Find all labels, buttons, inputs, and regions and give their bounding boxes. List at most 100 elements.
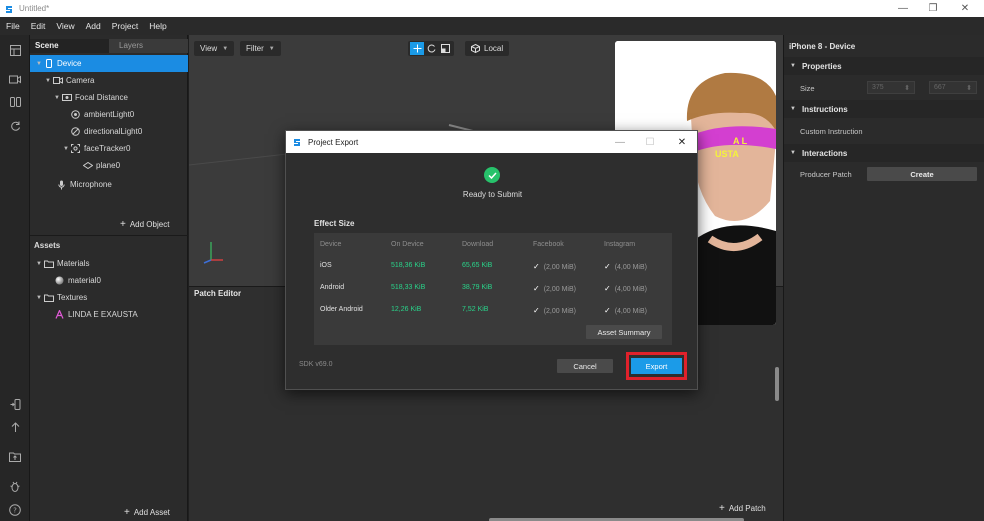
row-instagram: ✓ (4,00 MiB) — [604, 306, 647, 315]
collapse-icon: ▼ — [790, 150, 796, 156]
menu-help[interactable]: Help — [149, 21, 166, 31]
size-width-field[interactable]: 375 ⬍ — [867, 81, 915, 94]
row-facebook: ✓ (2,00 MiB) — [533, 284, 576, 293]
row-instagram: ✓ (4,00 MiB) — [604, 262, 647, 271]
expand-caret-icon[interactable]: ▼ — [35, 61, 43, 67]
cube-icon — [471, 44, 480, 53]
view-dropdown-label: View — [200, 44, 218, 53]
menu-file[interactable]: File — [6, 21, 20, 31]
help-icon[interactable]: ? — [7, 503, 23, 517]
instructions-section[interactable]: ▼ Instructions — [784, 100, 984, 118]
asset-texture-linda[interactable]: LINDA E EXAUSTA — [30, 306, 188, 323]
dialog-minimize-button[interactable]: — — [606, 131, 634, 153]
upload-icon[interactable] — [7, 420, 23, 434]
add-asset-button[interactable]: + Add Asset — [124, 507, 170, 518]
asset-label: Textures — [57, 293, 88, 302]
row-download: 38,79 KiB — [462, 284, 493, 291]
menu-edit[interactable]: Edit — [31, 21, 46, 31]
svg-text:USTA: USTA — [715, 149, 739, 159]
panel-divider — [30, 235, 188, 236]
close-window-button[interactable]: ✕ — [950, 0, 980, 17]
tree-item-label: Focal Distance — [75, 93, 128, 102]
refresh-icon[interactable] — [7, 119, 23, 133]
folder-upload-icon[interactable] — [7, 450, 23, 464]
row-device: iOS — [320, 262, 332, 269]
effect-size-title: Effect Size — [314, 219, 355, 228]
row-on-device: 518,33 KiB — [391, 284, 426, 291]
custom-instruction-label[interactable]: Custom Instruction — [800, 127, 863, 136]
add-patch-label: Add Patch — [728, 504, 766, 513]
tree-item-focal-distance[interactable]: ▼ Focal Distance — [30, 89, 188, 106]
patch-editor-title: Patch Editor — [194, 289, 242, 298]
sdk-version: SDK v69.0 — [299, 361, 333, 368]
expand-caret-icon[interactable]: ▼ — [62, 146, 70, 152]
col-download: Download — [462, 241, 494, 248]
tree-item-device[interactable]: ▼ Device — [30, 55, 188, 72]
tree-item-plane[interactable]: plane0 — [30, 157, 188, 174]
asset-material0[interactable]: material0 — [30, 272, 188, 289]
device-export-icon[interactable] — [7, 397, 23, 411]
app-logo-icon — [292, 137, 302, 147]
collapse-icon: ▼ — [790, 106, 796, 112]
minimize-button[interactable]: — — [888, 0, 918, 17]
size-width-value: 375 — [872, 84, 884, 91]
scale-tool-icon[interactable] — [438, 42, 452, 55]
add-patch-button[interactable]: + Add Patch — [719, 503, 766, 514]
rotate-tool-icon[interactable] — [424, 42, 438, 55]
menu-add[interactable]: Add — [86, 21, 101, 31]
asset-folder-textures[interactable]: ▼ Textures — [30, 289, 188, 306]
add-object-button[interactable]: + Add Object — [120, 219, 169, 230]
focal-distance-icon — [61, 93, 72, 102]
col-instagram: Instagram — [604, 241, 636, 248]
axis-gizmo-icon — [203, 242, 223, 264]
check-icon: ✓ — [604, 284, 611, 293]
split-view-icon[interactable] — [7, 95, 23, 109]
interactions-section[interactable]: ▼ Interactions — [784, 144, 984, 162]
asset-label: LINDA E EXAUSTA — [68, 310, 138, 319]
properties-section[interactable]: ▼ Properties — [784, 57, 984, 75]
move-tool-icon[interactable] — [410, 42, 424, 55]
maximize-button[interactable]: ❐ — [918, 0, 948, 17]
expand-caret-icon[interactable]: ▼ — [44, 78, 52, 84]
tree-item-ambient-light[interactable]: ambientLight0 — [30, 106, 188, 123]
export-status: Ready to Submit — [462, 190, 523, 199]
tree-item-face-tracker[interactable]: ▼ faceTracker0 — [30, 140, 188, 157]
dialog-close-button[interactable]: ✕ — [668, 131, 696, 153]
vertical-scrollbar[interactable] — [775, 367, 779, 401]
tree-item-microphone[interactable]: Microphone — [30, 176, 188, 193]
filter-dropdown[interactable]: Filter ▼ — [240, 41, 281, 56]
dialog-maximize-button[interactable]: ☐ — [636, 131, 664, 153]
cancel-button[interactable]: Cancel — [557, 359, 613, 373]
layout-icon[interactable] — [7, 43, 23, 57]
material-sphere-icon — [54, 276, 65, 285]
asset-folder-materials[interactable]: ▼ Materials — [30, 255, 188, 272]
export-button[interactable]: Export — [631, 358, 682, 374]
bug-icon[interactable] — [7, 479, 23, 493]
effect-size-table: Device On Device Download Facebook Insta… — [314, 233, 672, 345]
tab-layers[interactable]: Layers — [109, 39, 188, 53]
camera-icon — [52, 76, 63, 85]
expand-caret-icon[interactable]: ▼ — [35, 295, 43, 301]
ambient-light-icon — [70, 110, 81, 119]
tree-item-camera[interactable]: ▼ Camera — [30, 72, 188, 89]
create-button[interactable]: Create — [867, 167, 977, 181]
row-instagram-value: (4,00 MiB) — [614, 308, 647, 315]
size-height-field[interactable]: 667 ⬍ — [929, 81, 977, 94]
row-instagram-value: (4,00 MiB) — [614, 286, 647, 293]
tree-item-directional-light[interactable]: directionalLight0 — [30, 123, 188, 140]
expand-caret-icon[interactable]: ▼ — [35, 261, 43, 267]
row-instagram: ✓ (4,00 MiB) — [604, 284, 647, 293]
device-icon — [43, 59, 54, 68]
row-facebook: ✓ (2,00 MiB) — [533, 262, 576, 271]
filter-dropdown-label: Filter — [246, 44, 264, 53]
tab-scene[interactable]: Scene — [30, 39, 109, 53]
expand-caret-icon[interactable]: ▼ — [53, 95, 61, 101]
video-icon[interactable] — [7, 72, 23, 86]
menu-view[interactable]: View — [56, 21, 74, 31]
asset-summary-button[interactable]: Asset Summary — [586, 325, 662, 339]
col-device: Device — [320, 241, 342, 248]
menu-project[interactable]: Project — [112, 21, 138, 31]
asset-label: material0 — [68, 276, 101, 285]
view-dropdown[interactable]: View ▼ — [194, 41, 235, 56]
local-space-toggle[interactable]: Local — [465, 41, 510, 56]
